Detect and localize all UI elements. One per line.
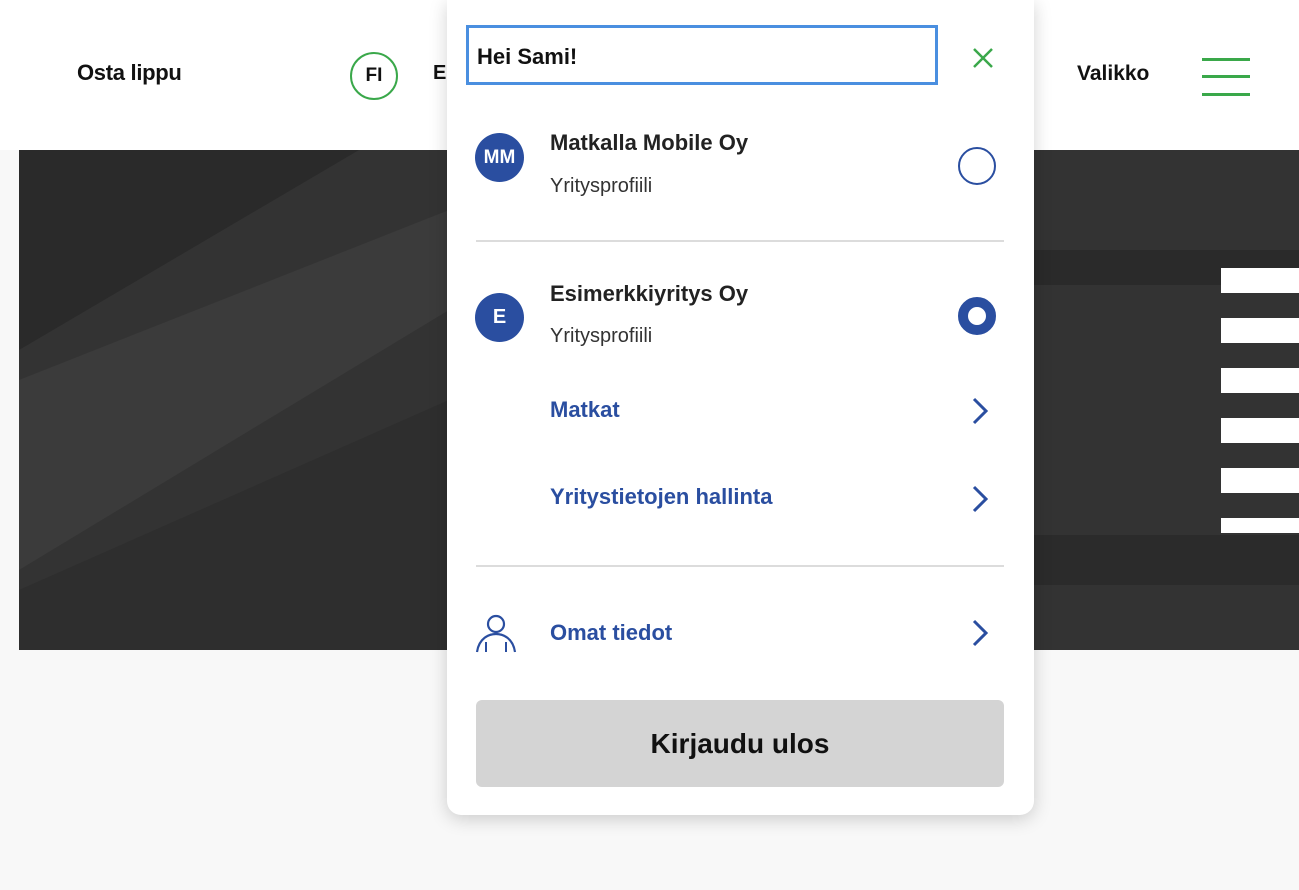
logout-button[interactable]: Kirjaudu ulos <box>476 700 1004 787</box>
matkat-link[interactable]: Matkat <box>550 397 620 423</box>
divider <box>476 240 1004 242</box>
chevron-right-icon <box>972 619 989 647</box>
divider <box>476 565 1004 567</box>
buy-ticket-link[interactable]: Osta lippu <box>77 60 182 86</box>
profile-name: Esimerkkiyritys Oy <box>550 281 749 306</box>
avatar: E <box>475 293 524 342</box>
profile-dropdown: Hei Sami! MM Matkalla Mobile Oy Yrityspr… <box>447 0 1034 815</box>
profile-type: Yritysprofiili <box>550 175 653 197</box>
radio-button-unselected[interactable] <box>958 147 996 185</box>
avatar: MM <box>475 133 524 182</box>
language-label: FI <box>365 65 383 86</box>
greeting-text: Hei Sami! <box>477 44 578 69</box>
chevron-right-icon <box>972 485 989 513</box>
profile-type: Yritysprofiili <box>550 325 653 347</box>
close-icon[interactable] <box>970 45 996 71</box>
language-option-partial[interactable]: E <box>433 62 446 85</box>
hero-stripes <box>1221 268 1299 533</box>
company-management-link[interactable]: Yritystietojen hallinta <box>550 484 773 510</box>
person-icon <box>475 614 517 653</box>
hamburger-menu-icon[interactable] <box>1202 58 1250 96</box>
menu-label[interactable]: Valikko <box>1077 62 1149 86</box>
greeting-header[interactable]: Hei Sami! <box>466 25 938 85</box>
profile-name: Matkalla Mobile Oy <box>550 130 749 155</box>
radio-button-selected[interactable] <box>958 297 996 335</box>
own-info-link[interactable]: Omat tiedot <box>550 620 672 646</box>
chevron-right-icon <box>972 397 989 425</box>
language-selector[interactable]: FI <box>350 52 398 100</box>
